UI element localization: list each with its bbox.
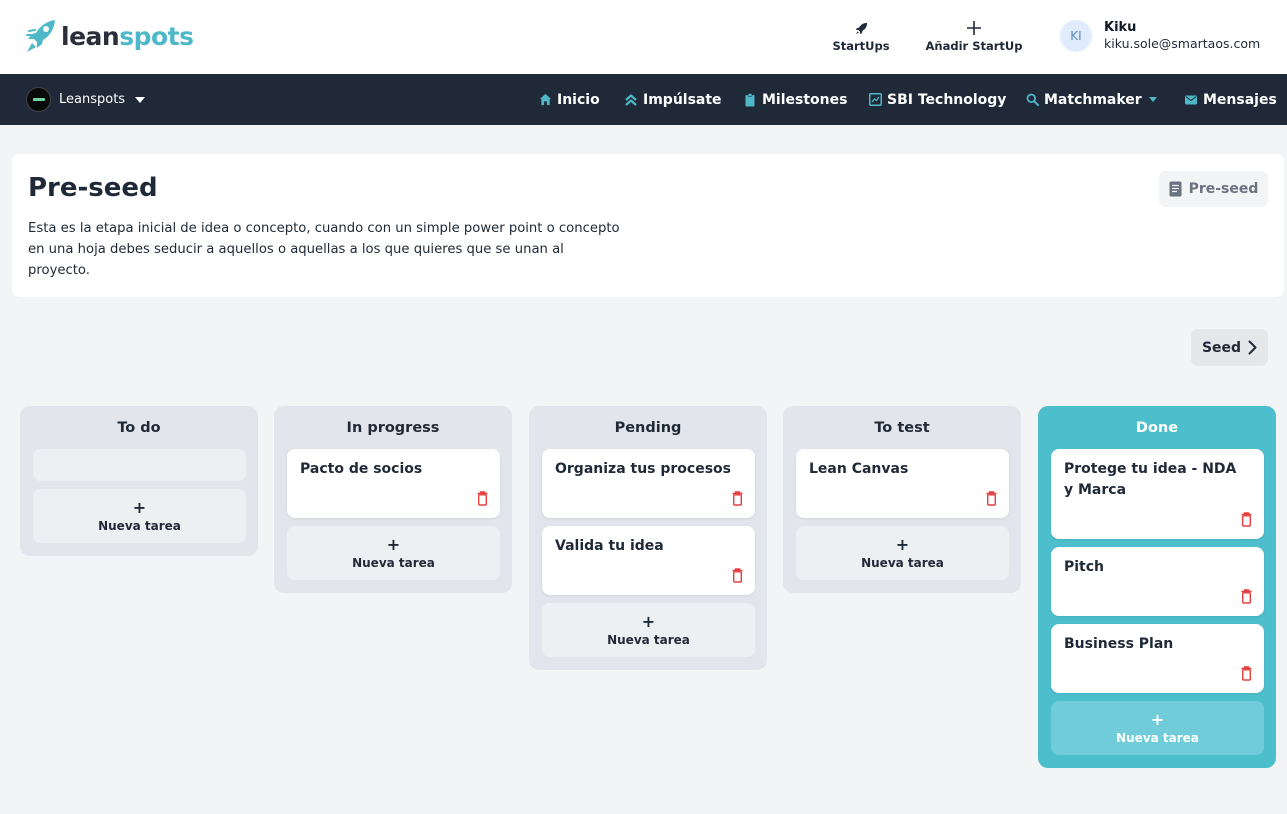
logo-text-spots: spots — [119, 21, 194, 51]
trash-icon[interactable] — [732, 568, 743, 583]
document-icon — [1169, 181, 1182, 197]
clipboard-icon — [745, 92, 755, 106]
user-menu[interactable]: KI Kiku kiku.sole@smartaos.com — [1060, 20, 1260, 52]
plus-icon: + — [895, 534, 910, 554]
user-name: Kiku — [1104, 20, 1137, 35]
add-startup-button[interactable]: Añadir StartUp — [925, 20, 1023, 53]
plus-icon: + — [1150, 709, 1165, 729]
task-title: Organiza tus procesos — [555, 461, 731, 477]
new-task-button[interactable]: + Nueva tarea — [796, 526, 1009, 580]
nav-label-inicio: Inicio — [557, 91, 600, 108]
search-icon — [1026, 93, 1039, 106]
home-icon — [539, 93, 551, 106]
task-card[interactable]: Protege tu idea - NDA y Marca — [1051, 449, 1264, 539]
org-selector[interactable]: Leanspots — [26, 87, 146, 112]
column-done: Done Protege tu idea - NDA y Marca Pitch… — [1038, 406, 1276, 768]
empty-task-slot — [33, 449, 246, 481]
nav-label-impulsate: Impúlsate — [643, 91, 722, 108]
column-title: To test — [874, 420, 930, 436]
trash-icon[interactable] — [1241, 589, 1252, 604]
nav-label-matchmaker: Matchmaker — [1044, 91, 1142, 108]
trash-icon[interactable] — [1241, 512, 1252, 527]
nav-item-inicio[interactable]: Inicio — [538, 74, 600, 125]
org-logo — [26, 87, 51, 112]
new-task-button[interactable]: + Nueva tarea — [33, 489, 246, 543]
plus-icon: + — [386, 534, 401, 554]
new-task-label: Nueva tarea — [607, 632, 690, 647]
startups-button[interactable]: StartUps — [832, 20, 890, 53]
task-card[interactable]: Valida tu idea — [542, 526, 755, 595]
nav-item-sbi-technology[interactable]: SBI Technology — [868, 74, 1006, 125]
nav-item-impulsate[interactable]: Impúlsate — [624, 74, 722, 125]
task-title: Protege tu idea - NDA y Marca — [1064, 461, 1237, 498]
new-task-label: Nueva tarea — [98, 518, 181, 533]
plus-icon: + — [641, 611, 656, 631]
logo-text-lean: lean — [61, 21, 120, 51]
nav-label-mensajes: Mensajes — [1203, 91, 1277, 108]
org-name: Leanspots — [59, 92, 126, 107]
next-stage-button[interactable]: Seed — [1191, 329, 1268, 366]
caret-down-icon — [135, 96, 146, 103]
trash-icon[interactable] — [477, 491, 488, 506]
plus-icon: + — [132, 497, 147, 517]
nav-label-milestones: Milestones — [762, 91, 848, 108]
new-task-label: Nueva tarea — [1116, 730, 1199, 745]
column-to-test: To test Lean Canvas + Nueva tarea — [783, 406, 1021, 593]
task-card[interactable]: Business Plan — [1051, 624, 1264, 693]
add-startup-label: Añadir StartUp — [925, 39, 1023, 53]
avatar: KI — [1060, 20, 1092, 52]
logo-wordmark: leanspots — [61, 24, 194, 49]
task-title: Business Plan — [1064, 636, 1174, 652]
startups-label: StartUps — [832, 39, 890, 53]
nav-item-mensajes[interactable]: Mensajes — [1184, 74, 1277, 125]
task-card[interactable]: Organiza tus procesos — [542, 449, 755, 518]
column-title: In progress — [346, 420, 440, 436]
task-card[interactable]: Pitch — [1051, 547, 1264, 616]
stage-description: Esta es la etapa inicial de idea o conce… — [28, 221, 620, 278]
plus-icon — [967, 21, 981, 35]
top-header: leanspots StartUps Añadir StartUp KI Kik… — [0, 0, 1287, 74]
column-title: To do — [117, 420, 161, 436]
trash-icon[interactable] — [732, 491, 743, 506]
stage-badge-label: Pre-seed — [1188, 181, 1259, 197]
chevron-right-icon — [1248, 340, 1257, 355]
mail-icon — [1185, 95, 1197, 104]
user-info: Kiku kiku.sole@smartaos.com — [1104, 20, 1260, 52]
task-title: Valida tu idea — [555, 538, 664, 554]
leanspots-logo[interactable]: leanspots — [25, 18, 194, 54]
next-stage-label: Seed — [1201, 339, 1242, 356]
user-email: kiku.sole@smartaos.com — [1104, 36, 1261, 51]
rocket-logo-icon — [26, 20, 55, 52]
chart-icon — [868, 93, 882, 106]
caret-down-icon — [1148, 97, 1157, 102]
task-title: Lean Canvas — [809, 461, 909, 477]
column-title: Done — [1135, 420, 1179, 436]
column-in-progress: In progress Pacto de socios + Nueva tare… — [274, 406, 512, 593]
stage-badge: Pre-seed — [1159, 171, 1268, 207]
rocket-icon — [855, 22, 867, 34]
chevrons-up-icon — [625, 93, 637, 106]
task-title: Pacto de socios — [300, 461, 423, 477]
task-card[interactable]: Lean Canvas — [796, 449, 1009, 518]
page-title: Pre-seed — [28, 173, 158, 203]
new-task-label: Nueva tarea — [352, 555, 435, 570]
nav-item-milestones[interactable]: Milestones — [743, 74, 847, 125]
new-task-button[interactable]: + Nueva tarea — [1051, 701, 1264, 755]
task-title: Pitch — [1064, 559, 1105, 575]
column-pending: Pending Organiza tus procesos Valida tu … — [529, 406, 767, 670]
new-task-label: Nueva tarea — [861, 555, 944, 570]
trash-icon[interactable] — [1241, 666, 1252, 681]
trash-icon[interactable] — [986, 491, 997, 506]
nav-label-sbi-technology: SBI Technology — [887, 91, 1007, 108]
nav-item-matchmaker[interactable]: Matchmaker — [1025, 74, 1157, 125]
column-title: Pending — [614, 420, 682, 436]
new-task-button[interactable]: + Nueva tarea — [287, 526, 500, 580]
main-nav: Leanspots Inicio Impúlsate Milestones SB… — [0, 74, 1287, 125]
stage-card: Pre-seed Esta es la etapa inicial de ide… — [12, 154, 1284, 297]
task-card[interactable]: Pacto de socios — [287, 449, 500, 518]
column-to-do: To do + Nueva tarea — [20, 406, 258, 556]
new-task-button[interactable]: + Nueva tarea — [542, 603, 755, 657]
